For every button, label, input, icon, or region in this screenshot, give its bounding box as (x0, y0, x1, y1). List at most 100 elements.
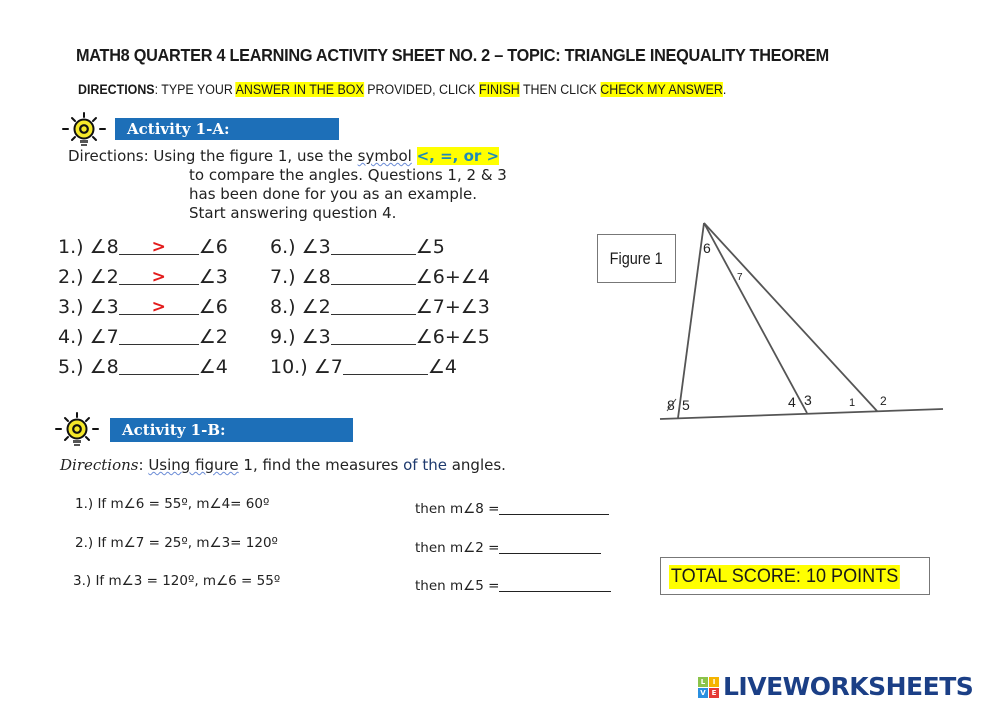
answer-box[interactable] (330, 324, 416, 345)
directions-text: THEN CLICK (519, 82, 601, 97)
answer-box[interactable] (118, 324, 199, 345)
highlight-finish: FINISH (479, 82, 520, 97)
question-row: 1.) ∠8 > ∠6 (58, 232, 228, 262)
live-tiles-icon: L I V E (698, 676, 719, 698)
answer-box[interactable] (330, 294, 416, 315)
activity-1a-directions: Directions: Using the figure 1, use the … (68, 147, 507, 223)
activity-1a-column-2: 6.) ∠3 ∠5 7.) ∠8 ∠6+∠4 8.) ∠2 ∠7+∠3 9.) ∠3 ∠… (270, 232, 490, 382)
triangle-figure: 6 7 8 5 4 3 1 2 (659, 222, 944, 420)
logo-tile: V (698, 687, 708, 698)
answer-value: > (151, 237, 166, 257)
angle-left: ∠8 (89, 356, 119, 378)
question-number: 2.) (58, 266, 84, 288)
question-number: 9.) (270, 326, 296, 348)
question-find: then m∠5 = (415, 578, 500, 594)
highlight-answer-box: ANSWER IN THE BOX (235, 82, 364, 97)
b-question-find: then m∠5 = (415, 573, 612, 594)
question-number: 5.) (58, 356, 84, 378)
question-find: then m∠8 = (415, 501, 500, 517)
question-given: If m∠6 = 55º, m∠4= 60º (97, 496, 270, 512)
question-row: 7.) ∠8 ∠6+∠4 (270, 262, 490, 292)
answer-value: > (151, 267, 166, 287)
total-score-box: TOTAL SCORE: 10 POINTS (660, 557, 930, 595)
directions-text: has been done for you as an example. (189, 185, 478, 203)
question-number: 8.) (270, 296, 296, 318)
answer-box[interactable] (118, 354, 199, 375)
angle-label-6: 6 (703, 240, 711, 256)
answer-box[interactable]: > (118, 234, 199, 257)
answer-box[interactable]: > (118, 294, 199, 317)
question-row: 3.) ∠3 > ∠6 (58, 292, 228, 322)
answer-box[interactable] (342, 354, 428, 375)
directions-text: to compare the angles. Questions 1, 2 & … (189, 166, 507, 184)
angle-label-2: 2 (880, 394, 887, 408)
directions-label: Directions (60, 456, 139, 474)
answer-box[interactable] (330, 234, 416, 255)
b-question-row: 2.) If m∠7 = 25º, m∠3= 120º (75, 535, 278, 551)
question-row: 10.) ∠7 ∠4 (270, 352, 490, 382)
answer-value: > (151, 297, 166, 317)
b-question-row: 1.) If m∠6 = 55º, m∠4= 60º (75, 496, 269, 512)
angle-label-4: 4 (788, 394, 796, 410)
logo-tile: L (698, 676, 708, 687)
directions-label: Directions: (68, 147, 149, 165)
question-row: 9.) ∠3 ∠6+∠5 (270, 322, 490, 352)
directions-text: : TYPE YOUR (154, 82, 236, 97)
directions-text: PROVIDED, CLICK (363, 82, 480, 97)
answer-box[interactable] (330, 264, 416, 285)
question-find: then m∠2 = (415, 540, 500, 556)
question-row: 4.) ∠7 ∠2 (58, 322, 228, 352)
question-row: 6.) ∠3 ∠5 (270, 232, 490, 262)
angle-right: ∠6 (198, 236, 228, 258)
question-number: 4.) (58, 326, 84, 348)
question-given: If m∠7 = 25º, m∠3= 120º (97, 535, 278, 551)
directions-text: of the (403, 456, 447, 474)
b-question-find: then m∠2 = (415, 535, 602, 556)
question-given: If m∠3 = 120º, m∠6 = 55º (95, 573, 281, 589)
angle-label-3: 3 (804, 392, 812, 408)
directions-text: . (722, 82, 727, 97)
angle-left: ∠3 (89, 296, 119, 318)
angle-label-5: 5 (682, 397, 690, 413)
angle-right: ∠4 (427, 356, 457, 378)
angle-left: ∠8 (301, 266, 331, 288)
angle-right: ∠6 (198, 296, 228, 318)
angle-left: ∠3 (301, 236, 331, 258)
angle-label-1: 1 (849, 397, 855, 409)
question-row: 8.) ∠2 ∠7+∠3 (270, 292, 490, 322)
answer-box[interactable] (499, 575, 612, 592)
question-number: 3.) (58, 296, 84, 318)
angle-left: ∠7 (89, 326, 119, 348)
liveworksheets-logo[interactable]: L I V E LIVEWORKSHEETS (698, 672, 974, 701)
logo-tile: E (709, 687, 719, 698)
answer-box[interactable] (499, 537, 602, 554)
question-number: 3.) (73, 573, 92, 589)
angle-left: ∠8 (89, 236, 119, 258)
base-line (659, 408, 944, 420)
directions-text: Using the figure 1, use the (148, 147, 358, 165)
question-row: 5.) ∠8 ∠4 (58, 352, 228, 382)
activity-1b-directions: Directions: Using figure 1, find the mea… (60, 456, 506, 474)
question-number: 1.) (58, 236, 84, 258)
answer-box[interactable] (499, 498, 610, 515)
comparison-symbols: <, =, or > (416, 147, 500, 165)
logo-text: LIVEWORKSHEETS (723, 672, 974, 701)
answer-box[interactable]: > (118, 264, 199, 287)
worksheet-title: MATH8 QUARTER 4 LEARNING ACTIVITY SHEET … (76, 45, 829, 65)
angle-right: ∠4 (198, 356, 228, 378)
question-number: 10.) (270, 356, 308, 378)
angle-left: ∠2 (89, 266, 119, 288)
angle-right: ∠2 (198, 326, 228, 348)
highlight-check-my-answer: CHECK MY ANSWER (600, 82, 723, 97)
directions-text: symbol (357, 147, 412, 165)
activity-1a-column-1: 1.) ∠8 > ∠6 2.) ∠2 > ∠3 3.) ∠3 > ∠6 4.) ∠7 ∠2 5… (58, 232, 228, 382)
directions-label: DIRECTIONS (78, 82, 155, 97)
angle-right: ∠6+∠4 (415, 266, 490, 288)
directions-text: : (138, 456, 149, 474)
question-number: 7.) (270, 266, 296, 288)
angle-right: ∠6+∠5 (415, 326, 490, 348)
logo-tile: I (709, 676, 719, 687)
angle-left: ∠7 (313, 356, 343, 378)
b-question-find: then m∠8 = (415, 496, 610, 517)
angle-right: ∠3 (198, 266, 228, 288)
